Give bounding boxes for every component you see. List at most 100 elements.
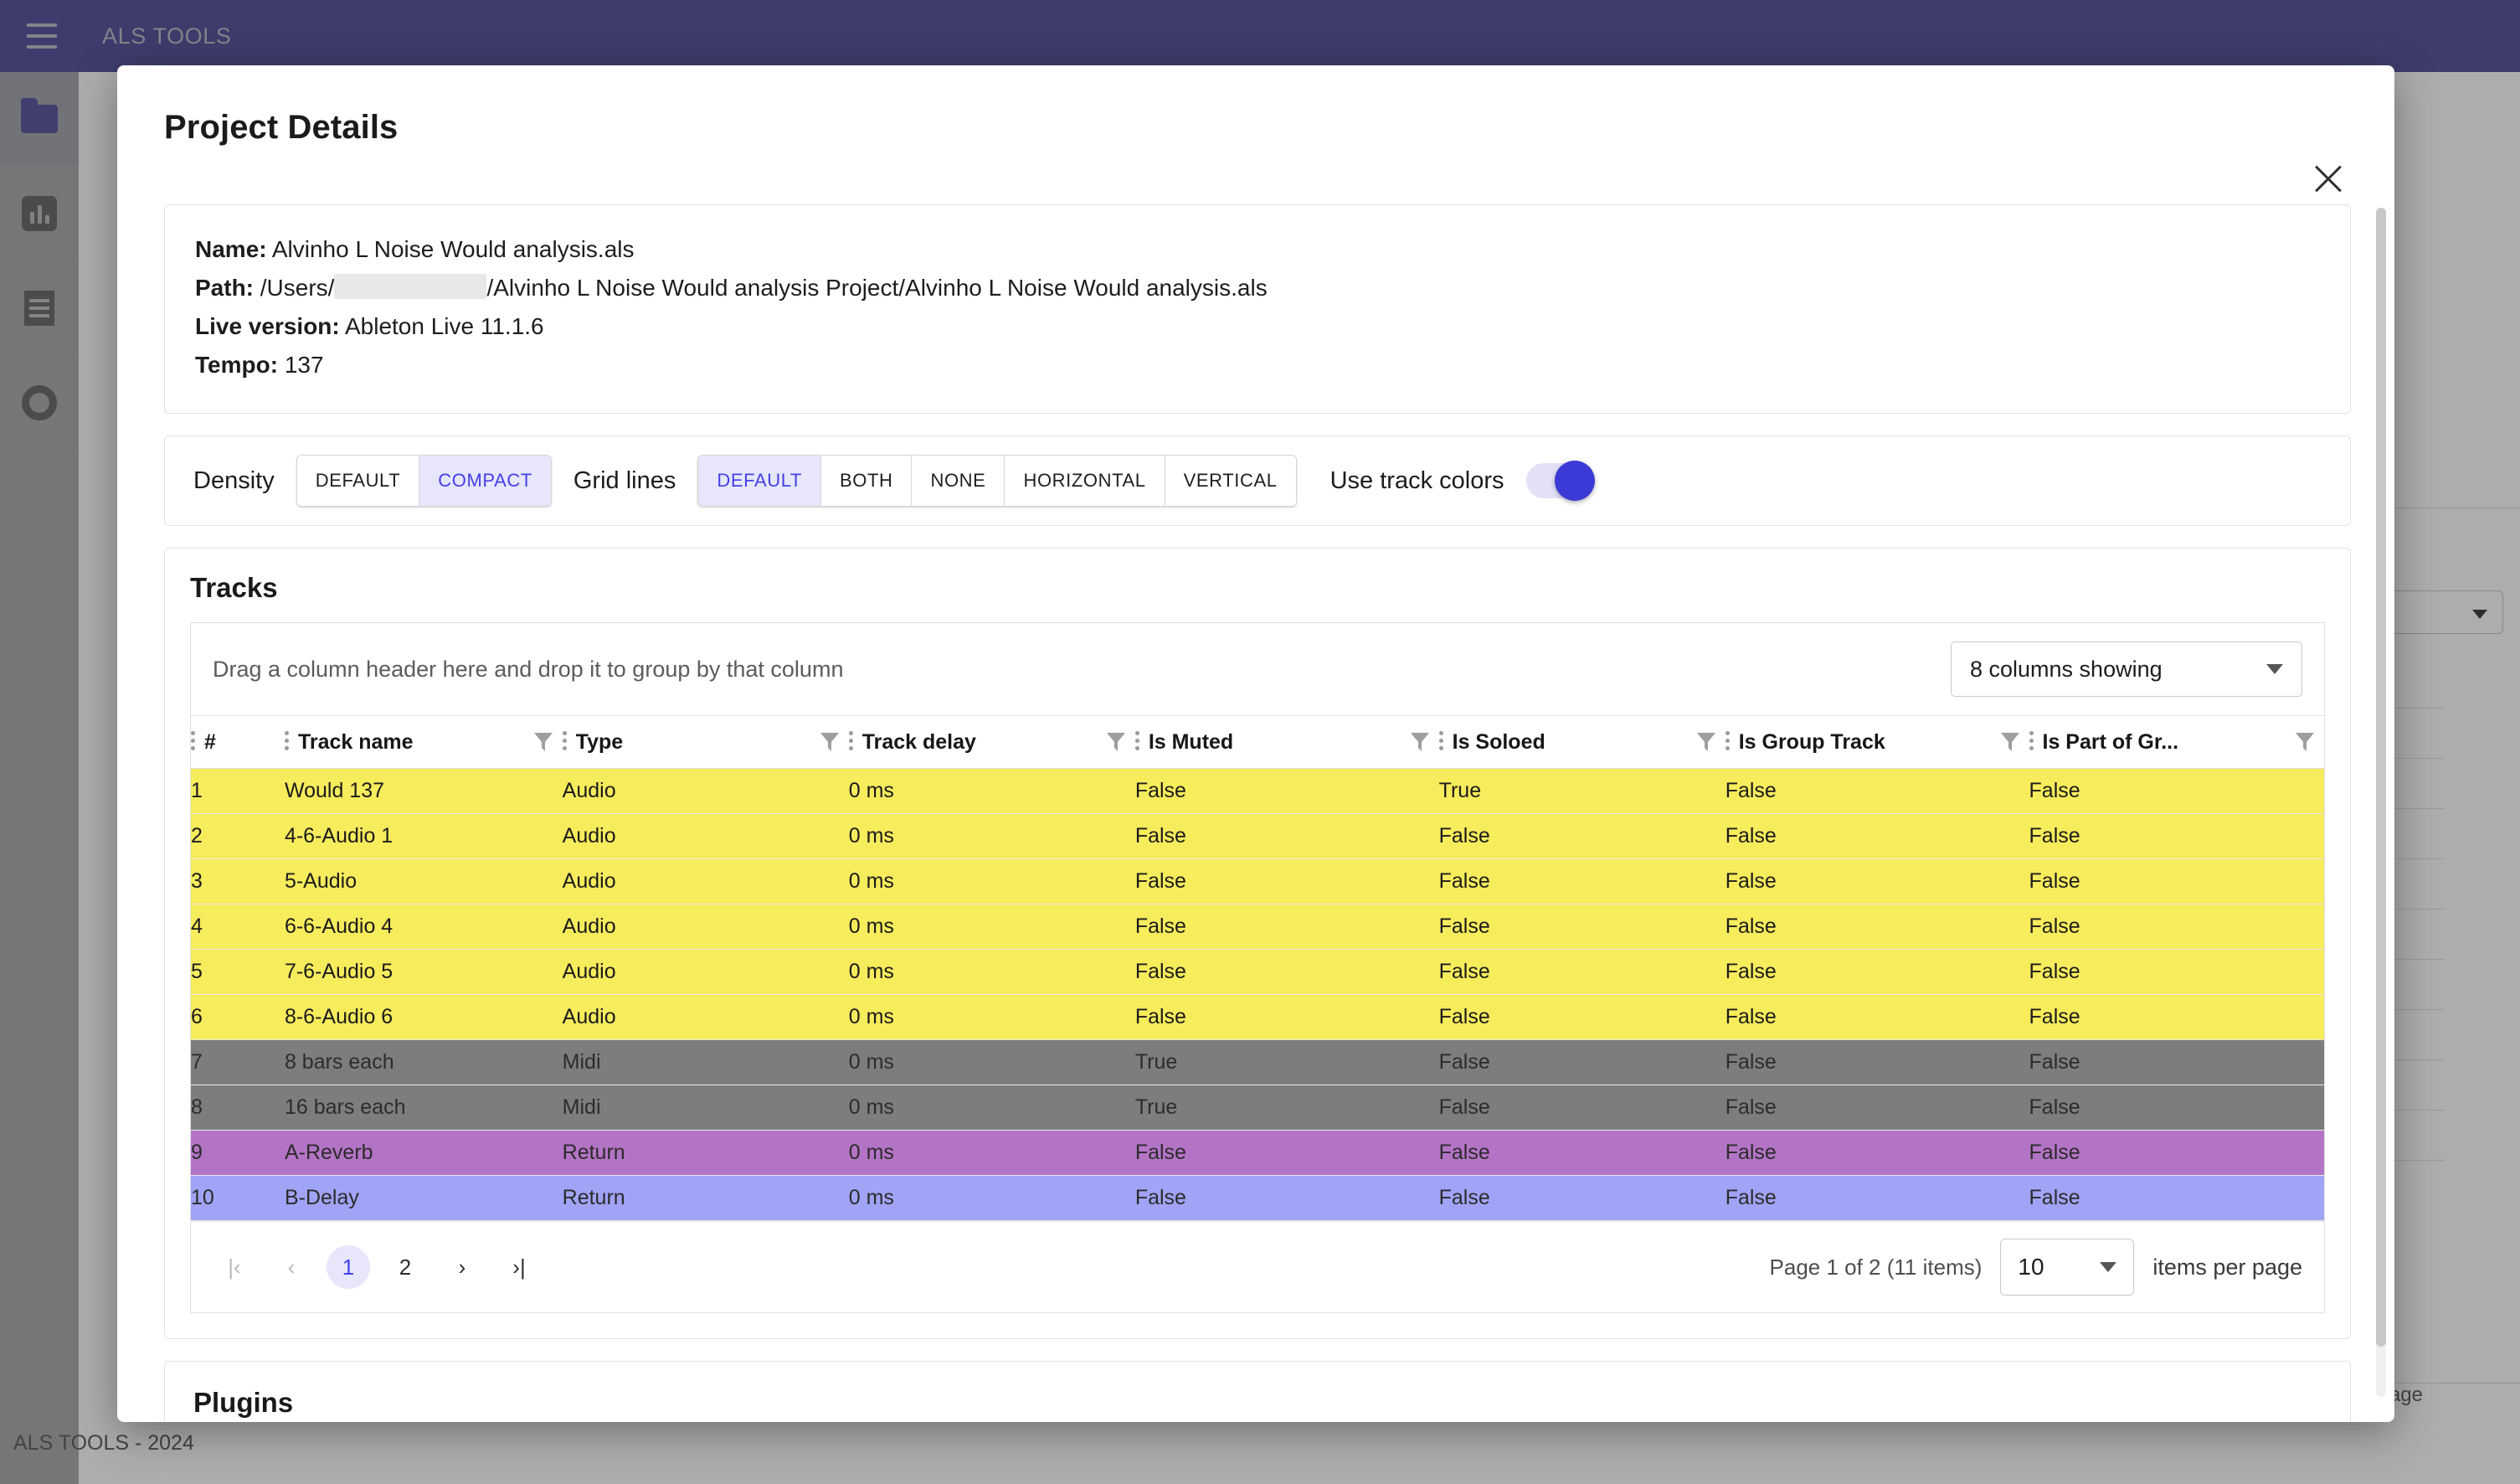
page-button-1[interactable]: 1: [327, 1245, 370, 1289]
column-header-is-muted[interactable]: Is Muted: [1134, 716, 1439, 769]
is-soloed-cell: False: [1438, 813, 1725, 859]
track-type-cell: Audio: [562, 949, 849, 995]
next-page-button[interactable]: ›: [440, 1245, 484, 1289]
column-label: Is Part of Gr...: [2042, 729, 2179, 754]
is-group-track-cell: False: [1725, 949, 2029, 995]
plugins-title: Plugins: [193, 1387, 294, 1418]
is-part-of-group-cell: False: [2029, 949, 2324, 995]
filter-icon[interactable]: [1409, 729, 1431, 755]
project-path-label: Path:: [195, 275, 254, 301]
chevron-down-icon: [2100, 1262, 2117, 1272]
track-name-cell: B-Delay: [284, 1175, 563, 1221]
table-row[interactable]: 2 4-6-Audio 1 Audio 0 ms False False False Fals…: [191, 813, 2324, 859]
column-label: Is Soloed: [1452, 729, 1545, 754]
gridlines-option-vertical[interactable]: VERTICAL: [1165, 456, 1296, 506]
first-page-button[interactable]: |‹: [213, 1245, 256, 1289]
table-row[interactable]: 1 Would 137 Audio 0 ms False True False False: [191, 768, 2324, 814]
is-muted-cell: False: [1134, 904, 1439, 950]
gridlines-label: Grid lines: [573, 466, 676, 494]
dialog-scrollbar[interactable]: [2376, 208, 2386, 1397]
table-row[interactable]: 9 A-Reverb Return 0 ms False False False False: [191, 1130, 2324, 1176]
column-label: Is Group Track: [1738, 729, 1885, 754]
display-options-card: Density DEFAULT COMPACT Grid lines DEFAU…: [164, 435, 2351, 526]
drag-handle-icon[interactable]: [562, 730, 568, 754]
track-delay-cell: 0 ms: [848, 1175, 1135, 1221]
table-row[interactable]: 78 bars each Midi 0 ms True False False False: [191, 1039, 2324, 1085]
is-muted-cell: False: [1134, 768, 1439, 814]
filter-icon[interactable]: [1695, 729, 1717, 755]
column-header-type[interactable]: Type: [562, 716, 849, 769]
drag-handle-icon[interactable]: [1134, 730, 1140, 754]
table-row[interactable]: 5 7-6-Audio 5 Audio 0 ms False False False Fals…: [191, 949, 2324, 995]
pagination-status-area: Page 1 of 2 (11 items) 10 items per page: [1770, 1239, 2302, 1296]
column-header-track-delay[interactable]: Track delay: [848, 716, 1135, 769]
drag-handle-icon[interactable]: [191, 730, 196, 754]
column-header-is-group-track[interactable]: Is Group Track: [1725, 716, 2029, 769]
column-header-track-name[interactable]: Track name: [284, 716, 563, 769]
track-name-cell: 16 bars each: [284, 1085, 563, 1131]
column-header-is-soloed[interactable]: Is Soloed: [1438, 716, 1725, 769]
tracks-grid: Drag a column header here and drop it to…: [190, 622, 2325, 1313]
track-name-cell: 4-6-Audio 1: [284, 813, 563, 859]
filter-icon[interactable]: [1999, 729, 2021, 755]
track-name-cell: A-Reverb: [284, 1130, 563, 1176]
is-group-track-cell: False: [1725, 1039, 2029, 1085]
tracks-table-body: 1 Would 137 Audio 0 ms False True False False 2 4…: [191, 768, 2324, 1221]
track-delay-cell: 0 ms: [848, 813, 1135, 859]
drag-handle-icon[interactable]: [2029, 730, 2034, 754]
track-number-cell: 2: [191, 813, 285, 859]
filter-icon[interactable]: [819, 729, 841, 755]
items-per-page-value: 10: [2018, 1254, 2044, 1280]
table-row[interactable]: 10 B-Delay Return 0 ms False False False False: [191, 1175, 2324, 1221]
columns-showing-select[interactable]: 8 columns showing: [1951, 642, 2302, 697]
drag-handle-icon[interactable]: [1725, 730, 1731, 754]
track-number-cell: 4: [191, 904, 285, 950]
gridlines-option-both[interactable]: BOTH: [820, 456, 913, 506]
track-delay-cell: 0 ms: [848, 949, 1135, 995]
page-button-2[interactable]: 2: [383, 1245, 427, 1289]
column-header-number[interactable]: #: [191, 716, 285, 769]
is-part-of-group-cell: False: [2029, 1175, 2324, 1221]
toggle-knob: [1554, 461, 1595, 501]
track-type-cell: Midi: [562, 1039, 849, 1085]
page-title: Project Details: [164, 109, 399, 146]
group-panel[interactable]: Drag a column header here and drop it to…: [191, 623, 2324, 716]
tracks-card: Tracks Drag a column header here and dro…: [164, 548, 2351, 1339]
gridlines-option-none[interactable]: NONE: [912, 456, 1005, 506]
table-row[interactable]: 4 6-6-Audio 4 Audio 0 ms False False False Fals…: [191, 904, 2324, 950]
drag-handle-icon[interactable]: [1438, 730, 1444, 754]
is-muted-cell: False: [1134, 858, 1439, 904]
dialog-header: Project Details: [117, 65, 2394, 147]
tracks-table-head: # Track name Type Track delay Is Muted I…: [191, 716, 2324, 769]
table-row[interactable]: 3 5-Audio Audio 0 ms False False False False: [191, 858, 2324, 904]
column-label: Is Muted: [1148, 729, 1234, 754]
is-soloed-cell: True: [1438, 768, 1725, 814]
is-soloed-cell: False: [1438, 1039, 1725, 1085]
scrollbar-thumb[interactable]: [2376, 208, 2386, 1347]
drag-handle-icon[interactable]: [284, 730, 290, 754]
is-soloed-cell: False: [1438, 994, 1725, 1040]
filter-icon[interactable]: [532, 729, 554, 755]
items-per-page-select[interactable]: 10: [2000, 1239, 2135, 1296]
table-row[interactable]: 8 16 bars each Midi 0 ms True False False False: [191, 1085, 2324, 1131]
gridlines-option-horizontal[interactable]: HORIZONTAL: [1005, 456, 1165, 506]
track-colors-toggle[interactable]: [1525, 461, 1595, 501]
density-option-default[interactable]: DEFAULT: [296, 456, 420, 506]
last-page-button[interactable]: ›|: [497, 1245, 541, 1289]
table-row[interactable]: 6 8-6-Audio 6 Audio 0 ms False False False Fals…: [191, 994, 2324, 1040]
drag-handle-icon[interactable]: [848, 730, 854, 754]
project-path-suffix: /Alvinho L Noise Would analysis Project/…: [486, 275, 1268, 301]
items-per-page-label: items per page: [2152, 1254, 2302, 1280]
prev-page-button[interactable]: ‹: [270, 1245, 313, 1289]
track-delay-cell: 0 ms: [848, 768, 1135, 814]
live-version-value: Ableton Live 11.1.6: [344, 313, 544, 339]
is-part-of-group-cell: False: [2029, 768, 2324, 814]
filter-icon[interactable]: [2294, 729, 2316, 755]
density-option-compact[interactable]: COMPACT: [419, 456, 551, 506]
is-soloed-cell: False: [1438, 904, 1725, 950]
project-info-card: Name: Alvinho L Noise Would analysis.als…: [164, 204, 2351, 414]
gridlines-option-default[interactable]: DEFAULT: [698, 456, 821, 506]
column-header-is-part-of-group[interactable]: Is Part of Gr...: [2029, 716, 2324, 769]
filter-icon[interactable]: [1105, 729, 1127, 755]
density-label: Density: [193, 466, 275, 494]
